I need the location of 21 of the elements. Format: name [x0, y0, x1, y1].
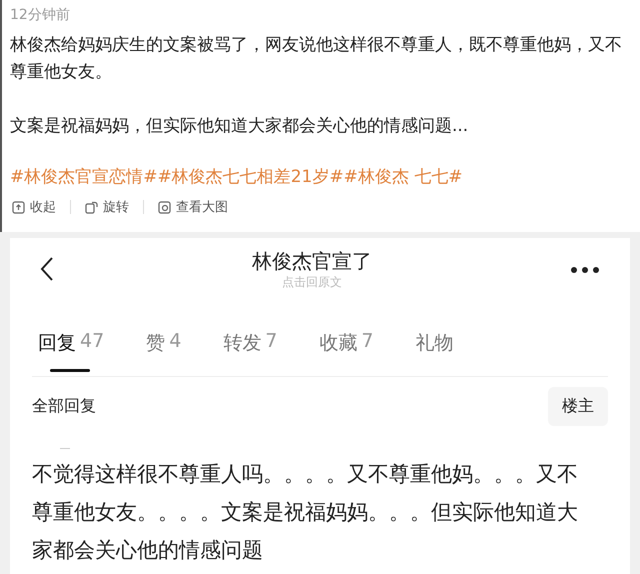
view-image-button[interactable]: 查看大图: [156, 198, 242, 216]
all-replies-label: 全部回复: [32, 396, 96, 417]
back-icon[interactable]: [40, 256, 54, 282]
tab[interactable]: 赞 4: [146, 330, 182, 374]
post-text: 文案是祝福妈妈，但实际他知道大家都会关心他的情感问题...: [10, 115, 470, 138]
tab[interactable]: 回复 47: [38, 330, 104, 374]
post-time: 12分钟前: [10, 6, 70, 24]
image-icon: [158, 200, 171, 214]
comment-text: 不觉得这样很不尊重人吗。。。。又不尊重他妈。。。又不尊重他女友。。。。文案是祝福妈妈。。。但实际他知道大家都会关心他的情感问题: [32, 461, 579, 564]
owner-filter-button[interactable]: 楼主: [548, 387, 608, 426]
post-text: 林俊杰给妈妈庆生的文案被骂了，网友说他这样很不尊重人，既不尊重他妈，又不尊重他女友。: [10, 34, 623, 84]
tab[interactable]: 收藏 7: [319, 330, 374, 374]
hashtag-link[interactable]: #林俊杰官宣恋情##林俊杰七七相差21岁##林俊杰 七七#: [10, 165, 463, 188]
rotate-button[interactable]: 旋转: [83, 198, 143, 216]
tab[interactable]: 礼物: [415, 330, 454, 374]
collapse-button[interactable]: 收起: [10, 198, 70, 216]
tab[interactable]: 转发 7: [223, 330, 278, 374]
collapse-icon: [12, 200, 25, 214]
thread-title: 林俊杰官宣了: [252, 248, 372, 274]
rotate-icon: [85, 200, 98, 214]
more-icon[interactable]: [570, 266, 600, 274]
